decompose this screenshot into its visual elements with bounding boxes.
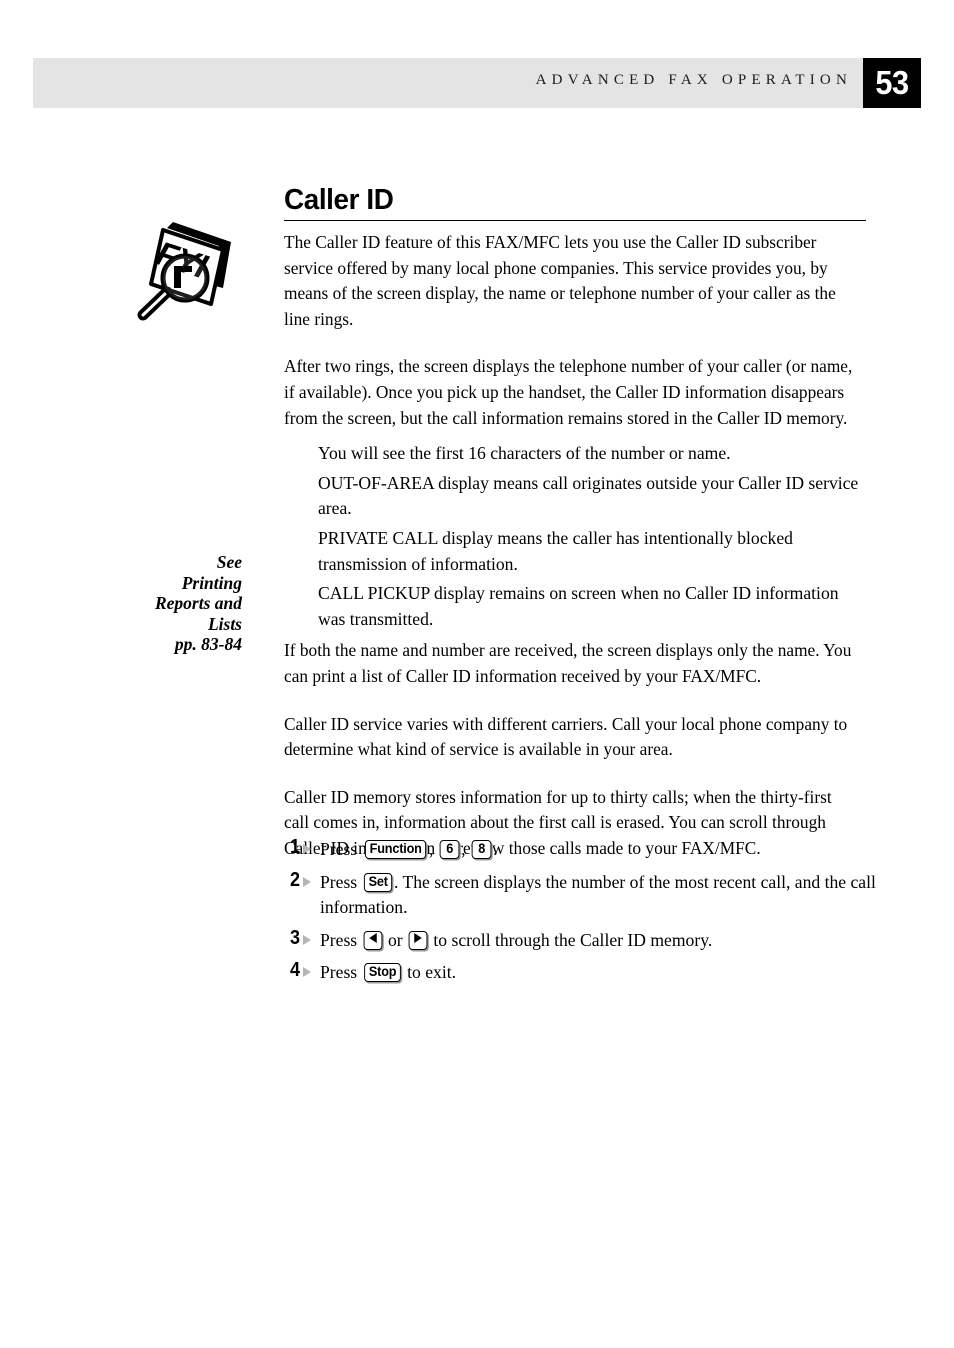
step-text: Press Function, 6, 8.: [320, 836, 498, 863]
step-2: 2 Press Set. The screen displays the num…: [290, 869, 890, 921]
list-item: You will see the first 16 characters of …: [318, 443, 731, 464]
step-marker: 1: [290, 836, 320, 860]
side-note-line-4: Lists: [207, 613, 242, 634]
triangle-right-icon: [303, 876, 311, 887]
separator: ,: [461, 839, 470, 859]
key-function[interactable]: Function: [364, 840, 426, 859]
paragraph-service-varies: Caller ID service varies with different …: [284, 713, 848, 760]
step-3: 3 Press or to scroll through the Caller …: [290, 927, 890, 954]
triangle-right-icon: [303, 934, 311, 945]
page-title: Caller ID: [284, 184, 394, 216]
list-item: PRIVATE CALL display means the caller ha…: [318, 527, 793, 574]
press-label: Press: [320, 962, 358, 983]
press-label: Press: [320, 839, 358, 859]
paragraph-after-two-rings: After two rings, the screen displays the…: [284, 356, 853, 428]
step-text: Press Stop to exit.: [320, 959, 456, 986]
step-number: 2: [290, 868, 301, 891]
key-stop[interactable]: Stop: [363, 963, 401, 983]
title-rule: [284, 220, 866, 221]
step-text: Press Set. The screen displays the numbe…: [320, 869, 890, 921]
side-note-line-2: Printing: [181, 572, 242, 593]
step-marker: 4: [290, 959, 320, 983]
key-left-arrow[interactable]: [363, 930, 382, 950]
key-6[interactable]: 6: [439, 840, 460, 859]
press-label: Press: [320, 871, 358, 892]
step-marker: 2: [290, 869, 320, 893]
triangle-right-icon: [303, 967, 311, 978]
conjunction: or: [383, 929, 408, 950]
step-1: 1 Press Function, 6, 8.: [290, 836, 890, 863]
step-tail: to exit.: [402, 962, 457, 983]
margin-side-note: See Printing Reports and Lists pp. 83-84: [100, 552, 242, 655]
key-8[interactable]: 8: [471, 840, 492, 859]
key-set[interactable]: Set: [363, 872, 393, 892]
list-item: CALL PICKUP display remains on screen wh…: [318, 583, 839, 629]
fyi-icon: FYI: [127, 216, 239, 321]
paragraph-intro: The Caller ID feature of this FAX/MFC le…: [284, 232, 836, 329]
step-marker: 3: [290, 927, 320, 951]
side-note-line-1: See: [216, 552, 242, 572]
triangle-right-icon: [303, 844, 311, 854]
indented-notes-list: You will see the first 16 characters of …: [284, 441, 866, 632]
page-number: 53: [875, 64, 909, 101]
step-tail: . The screen displays the number of the …: [320, 871, 876, 918]
separator: ,: [428, 839, 438, 859]
step-4: 4 Press Stop to exit.: [290, 959, 890, 986]
step-number: 3: [290, 926, 301, 949]
triangle-left-icon: [368, 932, 377, 943]
step-text: Press or to scroll through the Caller ID…: [320, 927, 712, 954]
step-tail: to scroll through the Caller ID memory.: [429, 929, 713, 950]
step-tail: .: [493, 839, 498, 859]
press-label: Press: [320, 929, 358, 950]
running-header-title: ADVANCED FAX OPERATION: [535, 72, 852, 88]
list-item: OUT-OF-AREA display means call originate…: [318, 472, 859, 519]
main-content: Caller ID The Caller ID feature of this …: [284, 184, 866, 861]
paragraph-name-and-number: If both the name and number are received…: [284, 640, 852, 686]
key-right-arrow[interactable]: [408, 930, 428, 950]
triangle-right-icon: [414, 932, 422, 943]
side-note-line-3: Reports and: [154, 593, 242, 613]
page-number-badge: 53: [863, 58, 921, 108]
step-number: 1: [290, 836, 301, 858]
step-number: 4: [290, 959, 301, 982]
numbered-steps: 1 Press Function, 6, 8. 2 Press Set. The…: [290, 836, 890, 992]
side-note-line-5: pp. 83-84: [174, 634, 242, 654]
